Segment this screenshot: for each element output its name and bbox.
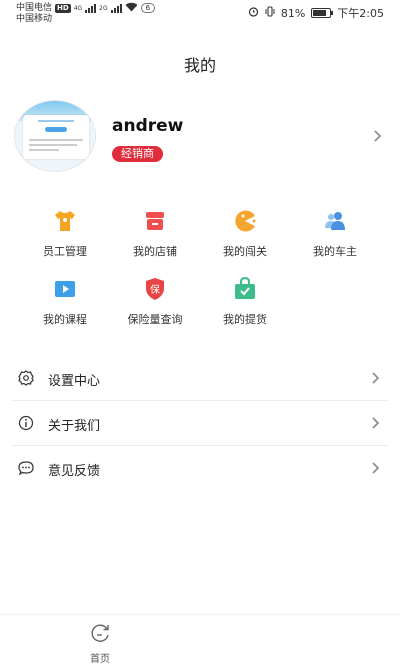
menu-item-settings[interactable]: 设置中心 xyxy=(12,356,388,401)
grid-item-my-courses[interactable]: 我的课程 xyxy=(20,276,110,344)
menu-item-label: 设置中心 xyxy=(48,374,101,389)
grid-item-my-challenge[interactable]: 我的闯关 xyxy=(200,208,290,276)
grid-label: 员工管理 xyxy=(43,245,87,258)
tshirt-icon xyxy=(52,208,78,234)
home-refresh-icon xyxy=(89,623,111,647)
play-icon xyxy=(52,276,78,302)
svg-text:保: 保 xyxy=(150,283,160,296)
menu-item-label: 关于我们 xyxy=(48,419,101,434)
carrier-1: 中国电信 xyxy=(16,2,53,13)
status-left: 中国电信 HD 4G 2G 6 中国移动 xyxy=(16,2,156,25)
grid-label: 我的提货 xyxy=(223,313,267,326)
chevron-right-icon xyxy=(368,416,382,430)
info-icon xyxy=(18,415,34,431)
grid-item-my-car-owners[interactable]: 我的车主 xyxy=(290,208,380,276)
nav-tab-home[interactable]: 首页 xyxy=(82,623,118,665)
grid-item-my-store[interactable]: 我的店铺 xyxy=(110,208,200,276)
battery-percent: 81% xyxy=(280,6,306,20)
page-title: 我的 xyxy=(183,56,216,75)
vibrate-icon xyxy=(265,6,275,20)
signal-1-icon xyxy=(85,3,97,13)
menu-item-feedback[interactable]: 意见反馈 xyxy=(12,446,388,491)
status-right: 81% 下午2:05 xyxy=(248,5,384,21)
grid-label: 保险量查询 xyxy=(127,313,183,326)
chevron-right-icon xyxy=(370,129,384,143)
chat-icon xyxy=(18,460,34,476)
store-icon xyxy=(142,208,168,234)
chevron-right-icon xyxy=(368,461,382,475)
clock: 下午2:05 xyxy=(337,7,384,20)
feature-grid: 员工管理 我的店铺 我的闯关 我的车主 我的课程 保 保险量查询 我的提货 xyxy=(20,208,380,344)
insurance-shield-icon: 保 xyxy=(142,276,168,302)
menu-item-label: 意见反馈 xyxy=(48,464,101,479)
pacman-icon xyxy=(232,208,258,234)
nav-tab-label: 首页 xyxy=(90,654,110,665)
signal-2-icon xyxy=(110,3,122,13)
grid-label: 我的闯关 xyxy=(223,245,267,258)
grid-label: 我的车主 xyxy=(313,245,357,258)
gear-icon xyxy=(18,370,34,386)
shopping-bag-icon xyxy=(232,276,258,302)
wifi-icon xyxy=(125,2,138,14)
grid-item-my-pickup[interactable]: 我的提货 xyxy=(200,276,290,344)
notification-count: 6 xyxy=(140,3,156,13)
network-type-1: 4G xyxy=(73,4,83,12)
avatar[interactable] xyxy=(14,100,96,172)
network-type-2: 2G xyxy=(99,4,108,12)
grid-label: 我的店铺 xyxy=(133,245,177,258)
settings-menu: 设置中心 关于我们 意见反馈 xyxy=(12,356,388,491)
bottom-nav: 首页 xyxy=(0,614,400,666)
grid-label: 我的课程 xyxy=(43,313,87,326)
grid-item-insurance-query[interactable]: 保 保险量查询 xyxy=(110,276,200,344)
profile-card[interactable]: andrew 经销商 xyxy=(0,100,400,180)
chevron-right-icon xyxy=(368,371,382,385)
hd-badge: HD xyxy=(55,3,71,13)
grid-item-staff-management[interactable]: 员工管理 xyxy=(20,208,110,276)
username: andrew xyxy=(112,116,184,136)
users-icon xyxy=(322,208,348,234)
status-bar: 中国电信 HD 4G 2G 6 中国移动 81% 下午2:05 xyxy=(0,0,400,26)
menu-item-about-us[interactable]: 关于我们 xyxy=(12,401,388,446)
alarm-icon xyxy=(248,6,259,20)
role-badge: 经销商 xyxy=(112,146,163,162)
carrier-2: 中国移动 xyxy=(16,14,53,24)
battery-icon xyxy=(311,8,334,18)
